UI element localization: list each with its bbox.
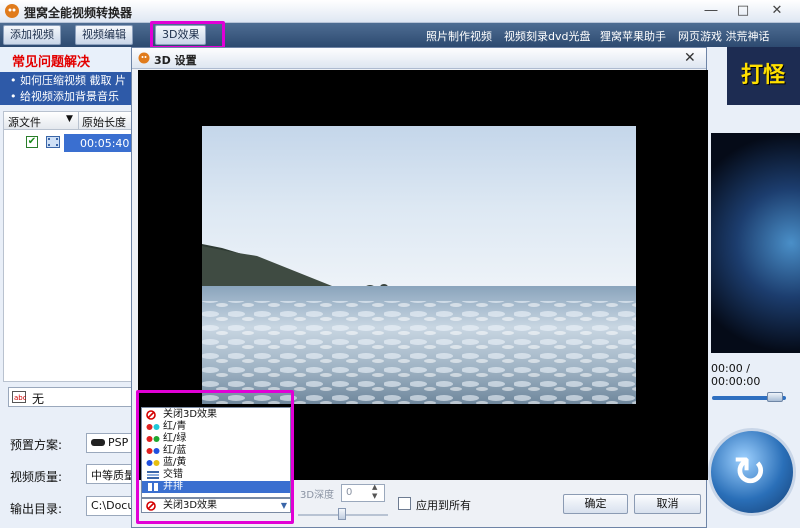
preset-select[interactable]: PSP (86, 433, 135, 453)
preset-value: PSP (108, 436, 129, 449)
main-title-bar: 狸窝全能视频转换器 ― □ ✕ (0, 0, 800, 23)
stepper-down-icon[interactable]: ▼ (372, 492, 377, 500)
subtitle-value: 无 (32, 392, 45, 406)
faq-item[interactable]: • 给视频添加背景音乐 (10, 88, 119, 104)
convert-button[interactable]: ↻ (708, 428, 796, 516)
maximize-button[interactable]: □ (732, 2, 754, 20)
subtitle-select[interactable]: abc 无 (8, 387, 135, 407)
file-table-body: ✔ 00:05:40 (3, 130, 136, 382)
column-divider (78, 112, 79, 129)
dialog-title-bar: 3D 设置 ✕ (132, 48, 706, 69)
quality-label: 视频质量: (10, 470, 63, 484)
minimize-button[interactable]: ― (700, 2, 722, 20)
preview-timecode: 00:00 / 00:00:00 (711, 362, 761, 388)
app-title: 狸窝全能视频转换器 (24, 6, 133, 20)
game-ad-banner[interactable]: 打怪 (727, 47, 800, 105)
file-checkbox[interactable]: ✔ (26, 136, 38, 148)
depth-slider-thumb[interactable] (338, 508, 346, 520)
quality-select[interactable]: 中等质量 (86, 464, 135, 484)
preset-label: 预置方案: (10, 438, 63, 452)
add-video-button[interactable]: 添加视频 (3, 25, 61, 45)
sea-video-image (202, 126, 636, 404)
ok-button[interactable]: 确定 (563, 494, 628, 514)
file-duration: 00:05:40 (80, 137, 130, 150)
faq-item[interactable]: • 如何压缩视频 截取 片 (10, 72, 126, 88)
video-edit-button[interactable]: 视频编辑 (75, 25, 133, 45)
output-label: 输出目录: (10, 502, 63, 516)
psp-icon (91, 439, 105, 446)
preview-panel (711, 133, 800, 353)
stepper-up-icon[interactable]: ▲ (372, 483, 377, 491)
apple-helper-link[interactable]: 狸窝苹果助手 (600, 28, 666, 44)
close-button[interactable]: ✕ (766, 2, 788, 20)
file-table-header: 源文件 ▼ 原始长度 (3, 111, 135, 130)
depth-stepper[interactable]: 0 ▲ ▼ (341, 483, 385, 502)
cancel-button[interactable]: 取消 (634, 494, 701, 514)
sort-down-icon[interactable]: ▼ (66, 114, 73, 124)
apply-all-checkbox[interactable] (398, 497, 411, 510)
video-frame (202, 126, 636, 404)
table-row-selection[interactable]: 00:05:40 (64, 134, 136, 152)
app-logo-icon (5, 4, 19, 18)
dialog-logo-icon (138, 52, 150, 64)
depth-value: 0 (346, 487, 353, 498)
3d-button-highlight (150, 21, 225, 49)
volume-slider-thumb[interactable] (767, 392, 783, 402)
column-source-file[interactable]: 源文件 (8, 114, 41, 130)
column-duration[interactable]: 原始长度 (82, 114, 126, 130)
output-path-field[interactable]: C:\Docu (86, 496, 135, 516)
web-game-link[interactable]: 网页游戏 洪荒神话 (678, 28, 770, 44)
depth-label: 3D深度 (300, 490, 335, 501)
dvd-burn-link[interactable]: 视频刻录dvd光盘 (504, 28, 590, 44)
dialog-title: 3D 设置 (154, 54, 197, 67)
photo-to-video-link[interactable]: 照片制作视频 (426, 28, 492, 44)
convert-refresh-icon: ↻ (733, 449, 767, 495)
faq-title: 常见问题解决 (12, 55, 91, 70)
film-icon (46, 136, 60, 148)
apply-all-label: 应用到所有 (416, 499, 471, 512)
faq-links: • 如何压缩视频 截取 片 • 给视频添加背景音乐 (0, 72, 135, 105)
svg-text:abc: abc (14, 394, 26, 402)
main-toolbar: 添加视频 视频编辑 3D效果 照片制作视频 视频刻录dvd光盘 狸窝苹果助手 网… (0, 23, 800, 47)
subtitle-icon: abc (12, 391, 26, 403)
ad-text: 打怪 (741, 63, 786, 88)
dialog-close-button[interactable]: ✕ (684, 50, 696, 66)
dropdown-highlight (136, 390, 294, 524)
